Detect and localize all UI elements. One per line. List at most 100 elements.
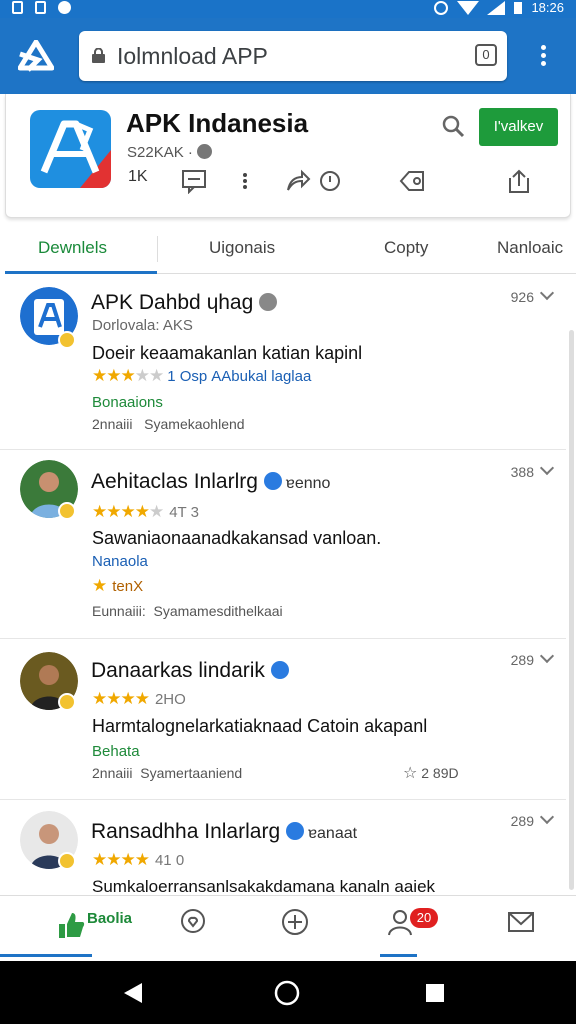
tab-count-button[interactable]: 0 — [475, 44, 497, 66]
rating-count: 4T 3 — [169, 504, 199, 521]
notification-icon — [35, 1, 46, 14]
review-footer: Eunnaiii: Syamamesdithelkaai — [92, 603, 283, 619]
add-circle-icon — [282, 909, 308, 935]
review-count[interactable]: 289 — [510, 648, 555, 668]
system-navigation-bar — [0, 961, 576, 1024]
badge-rating: ★ tenX — [92, 576, 144, 595]
upload-icon — [509, 169, 529, 193]
info-icon[interactable] — [196, 144, 212, 159]
chevron-down-icon — [539, 648, 555, 664]
tab-nanloaic[interactable]: Nanloaic — [497, 238, 563, 258]
install-button[interactable]: I'valkev — [479, 108, 558, 146]
app-icon[interactable] — [30, 110, 111, 188]
review-count-text: 289 — [510, 813, 534, 829]
tab-downloads[interactable]: Dewnlels — [38, 238, 107, 258]
review-count[interactable]: 926 — [510, 285, 555, 305]
level-badge-icon — [58, 693, 76, 711]
review-text: Harmtalognelarkatiaknaad Catoin akapanl — [92, 716, 428, 736]
info-button[interactable] — [317, 168, 343, 196]
star-outline-icon: ☆ — [403, 765, 418, 782]
notification-badge: 20 — [410, 908, 438, 928]
url-text[interactable]: Iolmnload APP — [117, 43, 268, 70]
review-text: Sumkaloerransanlsakakdamana kanaln aaiek — [92, 877, 436, 895]
review-item[interactable]: Danaarkas lindarik 289 ★★★★ 2HO Harmtalog… — [0, 639, 566, 800]
review-list[interactable]: APK Dahbd ɥhaɡ 926 Dorlovala: AKS Doeir … — [0, 275, 576, 895]
helpful-button[interactable]: ☆ 2 89D — [403, 763, 459, 783]
chevron-down-icon — [539, 809, 555, 825]
app-logo-icon[interactable] — [18, 40, 54, 72]
review-count-text: 289 — [510, 652, 534, 668]
comment-button[interactable] — [181, 168, 207, 196]
review-text: Doeir keaamakanlan katian kapinl — [92, 343, 363, 363]
nav-home-label[interactable]: Baolia — [87, 910, 132, 927]
review-item[interactable]: APK Dahbd ɥhaɡ 926 Dorlovala: AKS Doeir … — [0, 275, 566, 450]
review-count[interactable]: 388 — [510, 460, 555, 480]
heart-pin-icon — [181, 909, 205, 933]
app-developer: S22KAK · — [127, 144, 193, 161]
app-header-card: APK Indanesia S22KAK · I'valkev 1K — [5, 94, 571, 218]
tab-copty[interactable]: Copty — [384, 238, 428, 258]
review-source: Syamertaaniend — [140, 765, 243, 781]
home-icon[interactable] — [274, 980, 300, 1006]
review-item[interactable]: Ransadhha Inlarlarg ɐanaat 289 ★★★★ 41 0 S… — [0, 800, 566, 895]
tab-divider — [157, 236, 158, 262]
tag-icon — [399, 171, 424, 191]
tab-uigonais[interactable]: Uigonais — [209, 238, 275, 258]
search-icon[interactable] — [441, 114, 465, 138]
wifi-icon — [457, 0, 480, 15]
verified-label: ɐanaat — [308, 825, 358, 842]
badge-label: tenX — [112, 578, 144, 595]
reviewer-name: Danaarkas lindarik — [91, 659, 289, 683]
rating-count: 41 0 — [154, 852, 185, 869]
verified-label: ɐenno — [285, 475, 331, 492]
nav-location[interactable] — [179, 908, 207, 948]
review-source: Syamamesdithelkaai — [153, 603, 283, 619]
review-date: 2nnaiii — [92, 416, 133, 432]
review-tag[interactable]: Nanaola — [92, 553, 148, 570]
nav-indicator — [0, 954, 92, 957]
clock: 18:26 — [531, 0, 564, 15]
review-item[interactable]: Aehitaclas Inlarlrg ɐenno 388 ★★★★★ 4T 3 S… — [0, 450, 566, 639]
recents-icon[interactable] — [425, 983, 445, 1003]
level-badge-icon — [58, 331, 76, 349]
overflow-menu-icon[interactable] — [537, 42, 549, 72]
back-icon[interactable] — [122, 981, 144, 1005]
star-rating: ★★★★★ 1 Osp AAbukal laglaa — [92, 366, 312, 385]
rating-count: 1 Osp — [167, 368, 208, 385]
review-tag[interactable]: Bonaaions — [92, 394, 163, 411]
nav-home[interactable] — [56, 910, 86, 950]
sim-icon — [12, 1, 23, 14]
upload-button[interactable] — [506, 168, 532, 196]
scrollbar[interactable] — [569, 330, 574, 890]
battery-icon — [514, 1, 523, 14]
review-count-text: 926 — [510, 289, 534, 305]
sync-icon — [58, 1, 71, 14]
more-actions-icon[interactable] — [232, 168, 258, 196]
helpful-count: 2 89D — [421, 765, 459, 781]
review-count[interactable]: 289 — [510, 809, 555, 829]
reviewer-meta: Dorlovala: AKS — [92, 317, 193, 334]
star-rating: ★★★★★ 4T 3 — [92, 502, 199, 521]
nav-messages[interactable] — [507, 908, 535, 948]
review-count-text: 388 — [510, 464, 534, 480]
verified-icon — [270, 661, 289, 679]
review-footer: 2nnaiii Syamertaaniend — [92, 765, 242, 781]
share-button[interactable] — [285, 168, 311, 196]
url-bar[interactable]: Iolmnload APP 0 — [79, 31, 507, 81]
verified-icon — [286, 822, 305, 840]
star-rating: ★★★★ 2HO — [92, 689, 186, 708]
person-icon — [388, 910, 412, 936]
tab-indicator — [5, 271, 157, 274]
wishlist-button[interactable] — [399, 168, 425, 196]
reviewer-name: APK Dahbd ɥhaɡ — [91, 291, 278, 315]
status-bar: 18:26 — [0, 0, 576, 18]
reviewer-name-text: APK Dahbd ɥhaɡ — [91, 291, 254, 314]
review-tag[interactable]: Behata — [92, 743, 140, 760]
nav-add[interactable] — [281, 908, 309, 948]
review-text: Sawaniaonaanadkakansad vanloan. — [92, 528, 382, 548]
review-date: 2nnaiii — [92, 765, 133, 781]
review-source: Syamekaohlend — [144, 416, 245, 432]
rating-link[interactable]: AAbukal laglaa — [211, 368, 311, 385]
reviewer-name: Aehitaclas Inlarlrg ɐenno — [91, 470, 330, 494]
thumbs-up-icon — [59, 913, 85, 938]
